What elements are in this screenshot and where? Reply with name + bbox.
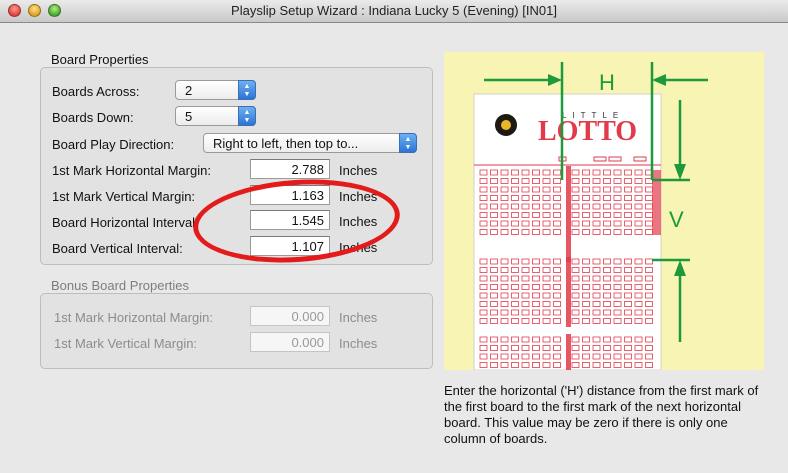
boards-across-select[interactable]: 2 ▲ ▼ [175, 80, 256, 100]
bonus-board-properties-title: Bonus Board Properties [51, 278, 190, 293]
h-guide-label: H [599, 70, 615, 95]
h-margin-label: 1st Mark Horizontal Margin: [52, 163, 211, 178]
boards-down-select[interactable]: 5 ▲ ▼ [175, 106, 256, 126]
updown-arrows-icon: ▲ ▼ [238, 106, 256, 126]
play-direction-select[interactable]: Right to left, then top to... ▲ ▼ [203, 133, 417, 153]
updown-arrows-icon: ▲ ▼ [399, 133, 417, 153]
play-direction-value: Right to left, then top to... [213, 136, 359, 151]
boards-across-label: Boards Across: [52, 84, 140, 99]
v-guide-label: V [669, 207, 684, 232]
h-margin-unit: Inches [339, 163, 378, 178]
window-title: Playslip Setup Wizard : Indiana Lucky 5 … [231, 3, 557, 18]
title-bar[interactable]: Playslip Setup Wizard : Indiana Lucky 5 … [0, 0, 788, 23]
bonus-h-margin-unit: Inches [339, 310, 378, 325]
bonus-v-margin-unit: Inches [339, 336, 378, 351]
h-margin-field[interactable]: 2.788 [250, 159, 330, 179]
bonus-h-margin-label: 1st Mark Horizontal Margin: [54, 310, 213, 325]
help-text: Enter the horizontal ('H') distance from… [444, 383, 759, 446]
wizard-window: Playslip Setup Wizard : Indiana Lucky 5 … [0, 0, 788, 473]
bonus-h-margin-field[interactable]: 0.000 [250, 306, 330, 326]
boards-across-value: 2 [185, 83, 193, 98]
updown-arrows-icon: ▲ ▼ [238, 80, 256, 100]
playslip-diagram: LITTLE LOTTO H V [444, 52, 764, 371]
boards-down-label: Boards Down: [52, 110, 134, 125]
logo-main-text: LOTTO [538, 116, 637, 147]
bonus-v-margin-field[interactable]: 0.000 [250, 332, 330, 352]
v-margin-label: 1st Mark Vertical Margin: [52, 189, 196, 204]
bonus-v-margin-label: 1st Mark Vertical Margin: [54, 336, 198, 351]
play-direction-label: Board Play Direction: [52, 137, 175, 152]
bonus-board-properties-group [40, 293, 433, 369]
playslip-illustration: LITTLE LOTTO H V [473, 62, 708, 371]
board-properties-title: Board Properties [51, 52, 149, 67]
boards-down-value: 5 [185, 109, 193, 124]
v-interval-label: Board Vertical Interval: [52, 241, 183, 256]
h-interval-label: Board Horizontal Interval: [52, 215, 199, 230]
